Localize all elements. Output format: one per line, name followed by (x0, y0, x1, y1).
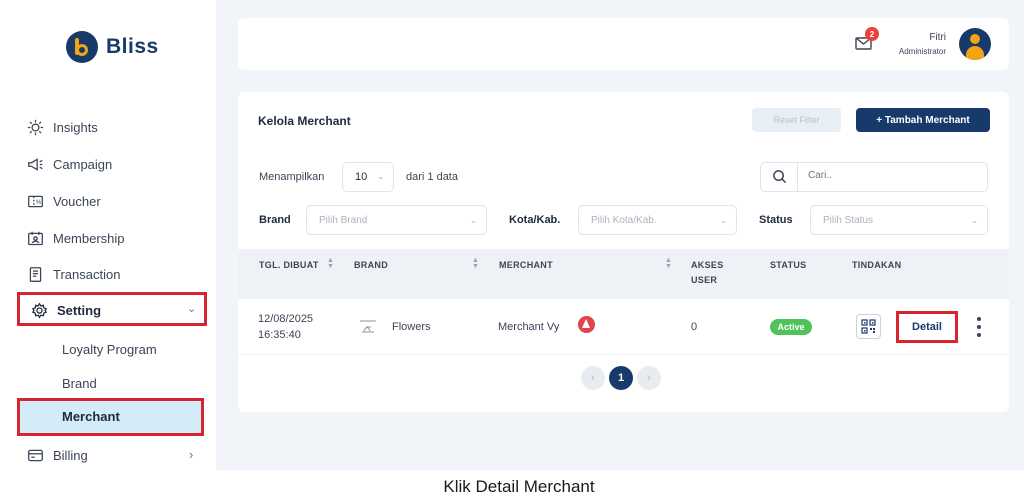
gear-icon (30, 301, 48, 319)
qr-code-icon (861, 319, 876, 334)
insights-icon (26, 118, 44, 136)
created-time: 16:35:40 (258, 329, 301, 341)
membership-icon (26, 229, 44, 247)
sidebar-item-label: Voucher (53, 193, 101, 209)
created-date: 12/08/2025 (258, 313, 314, 325)
search-divider (797, 163, 798, 191)
column-header-merchant[interactable]: MERCHANT (499, 258, 553, 273)
top-header (238, 18, 1009, 70)
brand-filter-placeholder: Pilih Brand (319, 214, 368, 226)
sidebar-item-label: Transaction (53, 266, 121, 282)
chevron-down-icon: ⌄ (187, 303, 197, 315)
brand-filter-label: Brand (259, 214, 291, 226)
column-header-brand[interactable]: BRAND (354, 258, 388, 273)
logo-text: Bliss (106, 35, 159, 58)
status-filter-select[interactable]: Pilih Status ⌄ (810, 205, 988, 235)
brand-logo-icon (360, 320, 376, 333)
chevron-down-icon: ⌄ (720, 216, 727, 225)
page-size-select[interactable]: 10 ⌄ (342, 162, 394, 192)
qr-code-button[interactable] (856, 314, 881, 339)
sidebar-item-billing[interactable]: Billing (26, 446, 88, 464)
sidebar-item-label: Membership (53, 230, 125, 246)
column-header-created[interactable]: TGL. DIBUAT (259, 258, 319, 273)
record-count-label: dari 1 data (406, 171, 458, 183)
notification-badge: 2 (865, 27, 879, 41)
show-label: Menampilkan (259, 171, 325, 183)
merchant-name: Merchant Vy (498, 321, 560, 333)
access-header-line2: USER (691, 275, 718, 285)
sidebar-subitem-merchant-label: Merchant (62, 409, 120, 424)
sidebar-item-setting[interactable]: Setting (30, 301, 200, 319)
sidebar-item-label: Campaign (53, 156, 113, 172)
sidebar-subitem-loyalty-program[interactable]: Loyalty Program (62, 342, 157, 357)
chevron-down-icon: ⌄ (377, 172, 384, 181)
next-page-button[interactable]: › (637, 366, 661, 390)
sidebar-item-voucher[interactable]: % Voucher (26, 192, 101, 210)
access-user-count: 0 (691, 321, 698, 333)
column-header-status: STATUS (770, 260, 807, 270)
add-merchant-button[interactable]: + Tambah Merchant (856, 108, 990, 132)
pagination: ‹ 1 › (581, 366, 661, 390)
voucher-icon: % (26, 192, 44, 210)
city-filter-select[interactable]: Pilih Kota/Kab. ⌄ (578, 205, 737, 235)
brand-filter-select[interactable]: Pilih Brand ⌄ (306, 205, 487, 235)
sort-icon[interactable]: ▲ ▼ (472, 257, 479, 270)
table-row (238, 300, 1009, 355)
detail-button[interactable]: Detail (896, 311, 958, 343)
page-size-value: 10 (355, 171, 368, 183)
logo: Bliss (66, 31, 159, 63)
sidebar-item-insights[interactable]: Insights (26, 118, 98, 136)
status-badge: Active (770, 319, 812, 335)
search-icon (773, 170, 787, 184)
search-input[interactable] (808, 170, 978, 181)
sidebar-item-membership[interactable]: Membership (26, 229, 125, 247)
sidebar-item-label: Insights (53, 119, 98, 135)
city-filter-placeholder: Pilih Kota/Kab. (591, 214, 657, 226)
status-filter-label: Status (759, 214, 793, 226)
status-filter-placeholder: Pilih Status (823, 214, 874, 226)
sidebar-item-label: Billing (53, 447, 88, 463)
merchant-logo-icon (578, 316, 595, 333)
avatar[interactable] (959, 28, 991, 60)
sort-icon[interactable]: ▲ ▼ (327, 257, 334, 270)
sidebar-subitem-brand[interactable]: Brand (62, 376, 97, 391)
sort-icon[interactable]: ▲ ▼ (665, 257, 672, 270)
column-header-access-user: AKSES USER (691, 258, 724, 288)
bliss-logo-icon (66, 31, 98, 63)
more-options-icon[interactable] (976, 317, 982, 337)
page-title: Kelola Merchant (258, 114, 351, 128)
table-header (238, 249, 1009, 299)
user-name: Fitri (929, 32, 946, 43)
megaphone-icon (26, 155, 44, 173)
receipt-icon (26, 265, 44, 283)
sidebar-item-label: Setting (57, 302, 102, 318)
access-header-line1: AKSES (691, 260, 724, 270)
chevron-right-icon: › (189, 447, 194, 462)
reset-filter-button[interactable]: Reset Filter (752, 108, 841, 132)
billing-icon (26, 446, 44, 464)
user-role: Administrator (898, 47, 946, 56)
page-button-current[interactable]: 1 (609, 366, 633, 390)
chevron-down-icon: ⌄ (470, 216, 477, 225)
sidebar-item-campaign[interactable]: Campaign (26, 155, 112, 173)
city-filter-label: Kota/Kab. (509, 214, 561, 226)
column-header-action: TINDAKAN (852, 260, 902, 270)
sidebar-item-transaction[interactable]: Transaction (26, 265, 120, 283)
prev-page-button[interactable]: ‹ (581, 366, 605, 390)
brand-name: Flowers (392, 321, 431, 333)
screenshot-caption: Klik Detail Merchant (443, 477, 595, 496)
svg-text:%: % (35, 200, 41, 206)
chevron-down-icon: ⌄ (971, 216, 978, 225)
